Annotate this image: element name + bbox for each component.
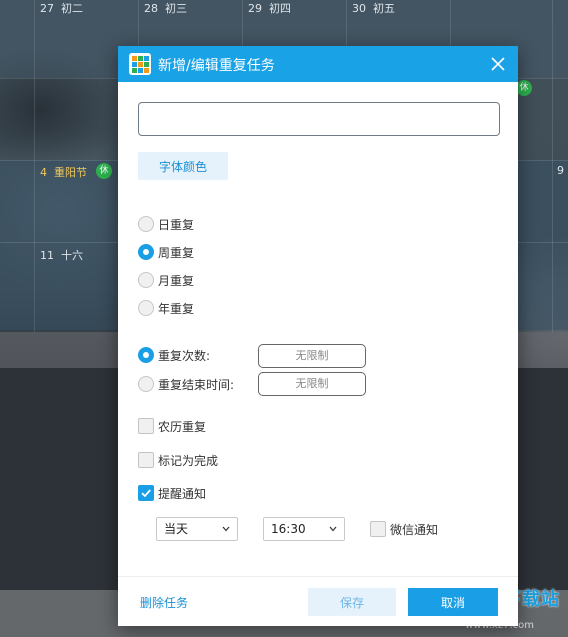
repeat-task-dialog: 新增/编辑重复任务 字体颜色 日重复 周重复 月重复 年重复 重复次数: 无限制…	[118, 46, 518, 626]
radio-circle-selected	[138, 347, 154, 363]
radio-label: 月重复	[158, 273, 195, 288]
repeat-count-field[interactable]: 无限制	[258, 344, 366, 368]
radio-weekly-repeat[interactable]: 周重复	[138, 243, 194, 261]
font-color-button[interactable]: 字体颜色	[138, 152, 228, 180]
rest-day-badge: 休	[516, 80, 532, 96]
lunar-repeat-checkbox[interactable]: 农历重复	[138, 417, 206, 435]
radio-circle	[138, 216, 154, 232]
radio-label: 周重复	[158, 245, 195, 260]
remind-checkbox[interactable]: 提醒通知	[138, 484, 206, 502]
calendar-day-cell[interactable]: 30 初五	[352, 0, 395, 16]
checkbox-box	[138, 418, 154, 434]
footer-divider	[118, 576, 518, 577]
calendar-grid-line	[34, 0, 35, 332]
checkbox-label: 标记为完成	[158, 453, 219, 468]
close-button[interactable]	[486, 52, 510, 76]
chevron-down-icon	[329, 526, 337, 532]
delete-task-link[interactable]: 删除任务	[140, 594, 188, 611]
mark-complete-checkbox[interactable]: 标记为完成	[138, 451, 218, 469]
radio-yearly-repeat[interactable]: 年重复	[138, 299, 194, 317]
remind-day-select[interactable]: 当天	[156, 517, 238, 541]
checkmark-icon	[141, 489, 151, 498]
dialog-titlebar: 新增/编辑重复任务	[118, 46, 518, 82]
radio-repeat-end-time[interactable]: 重复结束时间:	[138, 375, 234, 393]
checkbox-label: 微信通知	[390, 522, 439, 537]
calendar-day-cell[interactable]: 29 初四	[248, 0, 291, 16]
dialog-title: 新增/编辑重复任务	[158, 58, 275, 74]
repeat-end-time-field[interactable]: 无限制	[258, 372, 366, 396]
calendar-day-cell[interactable]: 4 重阳节	[40, 164, 87, 180]
remind-time-select[interactable]: 16:30	[263, 517, 345, 541]
radio-daily-repeat[interactable]: 日重复	[138, 215, 194, 233]
app-grid-icon	[129, 53, 151, 75]
radio-circle-selected	[138, 244, 154, 260]
radio-repeat-count[interactable]: 重复次数:	[138, 346, 210, 364]
select-value: 当天	[164, 522, 189, 536]
task-name-input[interactable]	[138, 102, 500, 136]
select-value: 16:30	[271, 522, 306, 536]
checkbox-box	[370, 521, 386, 537]
checkbox-box-checked	[138, 485, 154, 501]
close-icon	[491, 57, 505, 71]
radio-label: 年重复	[158, 301, 195, 316]
checkbox-box	[138, 452, 154, 468]
radio-label: 重复次数:	[158, 348, 211, 363]
radio-circle	[138, 376, 154, 392]
calendar-day-cell[interactable]: 9	[557, 164, 564, 177]
radio-label: 重复结束时间:	[158, 377, 235, 392]
checkbox-label: 提醒通知	[158, 486, 207, 501]
wechat-notify-checkbox[interactable]: 微信通知	[370, 520, 438, 538]
cancel-button[interactable]: 取消	[408, 588, 498, 616]
rest-day-badge: 休	[96, 163, 112, 179]
calendar-grid-line	[552, 0, 553, 332]
calendar-day-cell[interactable]: 11 十六	[40, 247, 83, 263]
chevron-down-icon	[222, 526, 230, 532]
calendar-day-cell[interactable]: 28 初三	[144, 0, 187, 16]
calendar-day-cell[interactable]: 27 初二	[40, 0, 83, 16]
radio-circle	[138, 300, 154, 316]
checkbox-label: 农历重复	[158, 419, 207, 434]
radio-circle	[138, 272, 154, 288]
save-button[interactable]: 保存	[308, 588, 396, 616]
radio-label: 日重复	[158, 217, 195, 232]
radio-monthly-repeat[interactable]: 月重复	[138, 271, 194, 289]
